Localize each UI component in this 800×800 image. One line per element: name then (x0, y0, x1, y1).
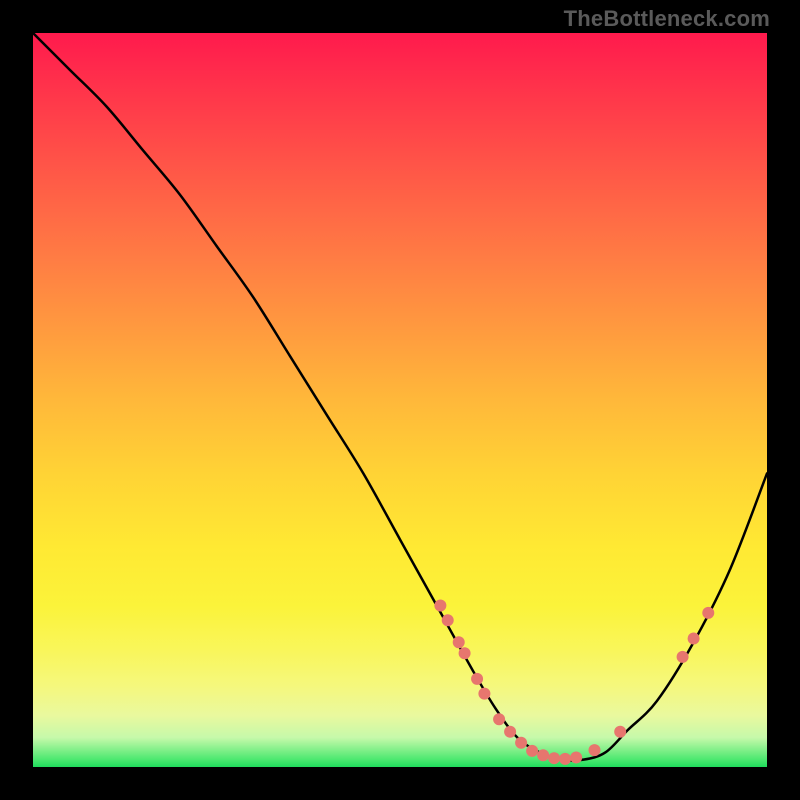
curve-marker (614, 726, 626, 738)
curve-marker (493, 713, 505, 725)
curve-marker (442, 614, 454, 626)
curve-marker (478, 688, 490, 700)
curve-marker (688, 633, 700, 645)
curve-marker (559, 753, 571, 765)
curve-marker (515, 737, 527, 749)
bottleneck-curve (33, 33, 767, 761)
curve-markers (434, 600, 714, 765)
curve-marker (526, 745, 538, 757)
curve-marker (702, 607, 714, 619)
curve-marker (471, 673, 483, 685)
curve-marker (504, 726, 516, 738)
chart-frame: TheBottleneck.com (0, 0, 800, 800)
curve-marker (537, 749, 549, 761)
curve-marker (677, 651, 689, 663)
curve-marker (589, 744, 601, 756)
chart-svg (33, 33, 767, 767)
curve-marker (453, 636, 465, 648)
curve-marker (548, 752, 560, 764)
curve-marker (434, 600, 446, 612)
curve-marker (570, 751, 582, 763)
curve-marker (459, 647, 471, 659)
plot-area (33, 33, 767, 767)
watermark-text: TheBottleneck.com (564, 6, 770, 32)
